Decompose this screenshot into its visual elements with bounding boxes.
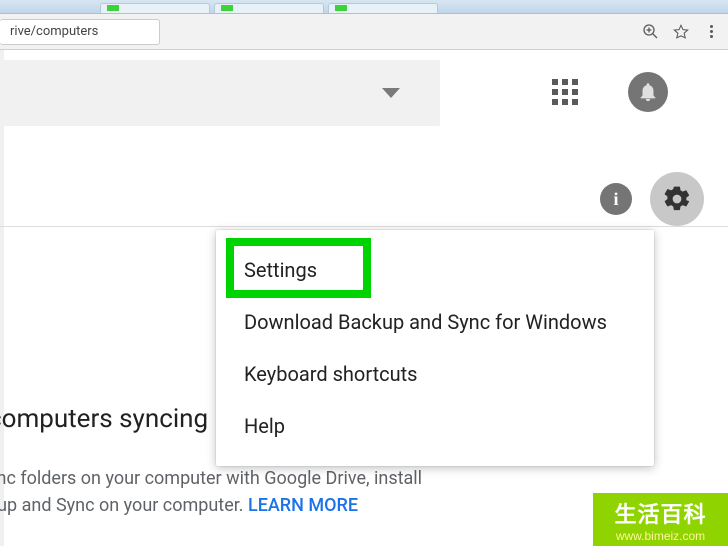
url-input[interactable]: rive/computers bbox=[0, 19, 160, 45]
page-content: i computers syncing ync folders on your … bbox=[0, 50, 728, 546]
header-divider bbox=[0, 226, 728, 227]
menu-item-download-backup-sync[interactable]: Download Backup and Sync for Windows bbox=[216, 296, 654, 348]
menu-item-keyboard-shortcuts[interactable]: Keyboard shortcuts bbox=[216, 348, 654, 400]
info-icon[interactable]: i bbox=[600, 183, 632, 215]
watermark: 生活百科 www.bimeiz.com bbox=[593, 493, 728, 546]
dropdown-caret-icon bbox=[382, 88, 400, 98]
notifications-bell-icon[interactable] bbox=[628, 72, 668, 112]
search-dropdown-field[interactable] bbox=[0, 60, 440, 126]
settings-menu-popup: Settings Download Backup and Sync for Wi… bbox=[216, 230, 654, 466]
promo-line1: ync folders on your computer with Google… bbox=[0, 468, 422, 489]
watermark-cjk: 生活百科 bbox=[593, 493, 728, 529]
address-bar: rive/computers bbox=[0, 14, 728, 50]
url-text: rive/computers bbox=[10, 24, 98, 39]
browser-tab[interactable] bbox=[214, 3, 324, 13]
menu-item-help[interactable]: Help bbox=[216, 400, 654, 452]
menu-item-settings[interactable]: Settings bbox=[216, 244, 654, 296]
bookmark-star-icon[interactable] bbox=[670, 21, 692, 43]
browser-tab[interactable] bbox=[100, 3, 210, 13]
browser-menu-icon[interactable] bbox=[700, 21, 722, 43]
browser-tab[interactable] bbox=[328, 3, 438, 13]
browser-tab-strip bbox=[0, 0, 728, 14]
learn-more-link[interactable]: LEARN MORE bbox=[248, 495, 358, 516]
zoom-icon[interactable] bbox=[640, 21, 662, 43]
apps-grid-icon[interactable] bbox=[552, 79, 578, 105]
watermark-url: www.bimeiz.com bbox=[593, 529, 728, 546]
promo-line2: kup and Sync on your computer. bbox=[0, 495, 248, 516]
settings-gear-icon[interactable] bbox=[650, 172, 704, 226]
